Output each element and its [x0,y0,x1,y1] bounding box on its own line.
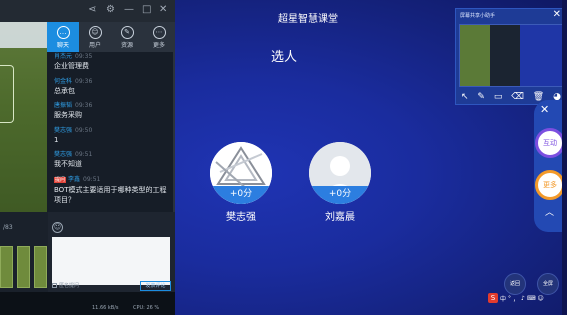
question-text: BOT模式主要适用于哪种类型的工程项目？ [54,185,167,204]
student-card[interactable]: +0分 刘嘉晨 [303,142,377,223]
chat-time: 09:36 [75,77,93,85]
avatar: +0分 [309,142,371,204]
score-badge: +0分 [309,186,371,204]
list-item: 唐振韬 09:36 服务采购 [47,101,173,126]
status-bar: 11.66 kB/s CPU: 26 % [0,292,175,315]
sogou-icon[interactable]: S [488,293,498,303]
chat-time: 09:36 [75,102,93,109]
student-card[interactable]: +0分 樊志强 [204,142,278,223]
pen-icon[interactable]: ✎ [477,90,485,104]
chat-user[interactable]: 李鑫 [68,176,80,183]
page-title: 选人 [271,50,298,65]
chat-time: 09:50 [75,126,93,134]
ime-toolbar: S 中 ° ， ♪ ⌨ ☺ [488,293,567,303]
more-icon: ⋯ [152,25,166,39]
anonymous-checkbox[interactable]: 匿名提问 [52,282,79,289]
scrollbar[interactable] [562,0,567,315]
tab-chat[interactable]: … 聊天 [47,22,79,52]
ime-item[interactable]: ⌨ [527,295,536,302]
send-comment-button[interactable]: 发表评论 [140,281,171,291]
chat-user[interactable]: 肖杰元 [54,53,72,60]
smart-classroom: 超星智慧课堂 选人 +0分 樊志强 +0分 刘嘉晨 屏幕共享小助手 ✕ ↖ ✎ … [175,0,567,315]
list-item: 樊志强 09:51 我不知道 [47,150,173,175]
pointer-icon[interactable]: ↖ [461,90,469,104]
screen-share-assistant[interactable]: 屏幕共享小助手 ✕ ↖ ✎ ▭ ⌫ 🗑 ◕ [455,8,566,105]
list-item: 肖杰元 09:35 企业管理费 [47,52,173,77]
user-icon: ☺ [88,25,102,39]
chat-user[interactable]: 唐振韬 [54,102,72,109]
close-icon[interactable]: ✕ [159,3,167,17]
score-badge: +0分 [210,186,272,204]
compose-panel: ☺ [48,212,175,292]
chat-text: 服务采购 [54,111,82,119]
chat-text: 总承包 [54,86,75,95]
slide-thumbnail[interactable] [34,246,47,288]
list-item: 何金科 09:36 总承包 [47,77,173,102]
chat-text: 我不知道 [54,160,82,168]
checkbox-icon [52,283,57,288]
screen-preview [459,24,563,87]
tab-resources[interactable]: ✎ 资源 [111,22,143,52]
emoji-icon[interactable]: ☺ [52,222,63,233]
close-icon[interactable]: ✕ [553,9,561,20]
question-item: 提问 李鑫 09:51 BOT模式主要适用于哪种类型的工程项目？ [47,175,173,211]
sidebar-tabs: … 聊天 ☺ 用户 ✎ 资源 ⋯ 更多 [47,22,175,52]
comment-input[interactable] [52,237,170,285]
chat-user[interactable]: 何金科 [54,78,72,85]
question-badge: 提问 [54,176,67,183]
share-icon[interactable]: ⋖ [88,3,96,17]
edit-icon: ✎ [120,25,134,39]
chevron-up-icon[interactable]: ︿ [545,205,554,218]
assistant-title: 屏幕共享小助手 [460,13,496,19]
app-title: 超星智慧课堂 [278,14,338,25]
chat-text: 1 [54,135,59,144]
chat-time: 09:35 [75,53,93,60]
avatar: +0分 [210,142,272,204]
student-name: 樊志强 [226,212,256,223]
list-item: 樊志强 09:50 1 [47,126,173,151]
eraser-icon[interactable]: ⌫ [511,90,524,104]
checkbox-label: 匿名提问 [59,283,80,289]
chat-text: 企业管理费 [54,62,89,70]
tab-users[interactable]: ☺ 用户 [79,22,111,52]
network-speed: 11.66 kB/s [92,305,119,311]
tab-more[interactable]: ⋯ 更多 [143,22,175,52]
cpu-usage: CPU: 26 % [133,305,160,311]
chat-icon: … [56,25,70,39]
back-button[interactable]: 返回 [504,273,526,295]
rectangle-icon[interactable]: ▭ [494,90,503,104]
ime-item[interactable]: ♪ [521,295,525,302]
live-class-window: ⋖ ⚙ — □ ✕ … 聊天 ☺ 用户 ✎ 资源 ⋯ 更多 肖杰元 09:35 企… [0,0,175,315]
chat-user[interactable]: 樊志强 [54,127,72,134]
chat-user[interactable]: 樊志强 [54,151,72,158]
ime-item[interactable]: ° [508,295,511,302]
ime-item[interactable]: ， [513,294,519,303]
page-counter: /83 [3,224,13,231]
slide-thumbnail[interactable] [17,246,30,288]
minimize-icon[interactable]: — [124,3,134,17]
chat-time: 09:51 [83,175,101,183]
chat-time: 09:51 [75,151,93,158]
maximize-icon[interactable]: □ [142,3,151,17]
slide-thumbnails [0,246,48,290]
more-button[interactable]: 更多 [535,170,565,200]
gear-icon[interactable]: ⚙ [106,3,115,17]
interact-button[interactable]: 互动 [535,128,565,158]
slide-thumbnail[interactable] [0,246,13,288]
student-name: 刘嘉晨 [325,212,355,223]
close-icon[interactable]: ✕ [540,103,549,116]
fullscreen-button[interactable]: 全屏 [537,273,559,295]
teacher-video [0,22,47,212]
ime-item[interactable]: ☺ [538,295,544,302]
ime-mode[interactable]: 中 [500,294,506,303]
chat-list[interactable]: 肖杰元 09:35 企业管理费 何金科 09:36 总承包 唐振韬 09:36 服务采… [47,52,173,212]
left-titlebar: ⋖ ⚙ — □ ✕ [0,0,175,22]
